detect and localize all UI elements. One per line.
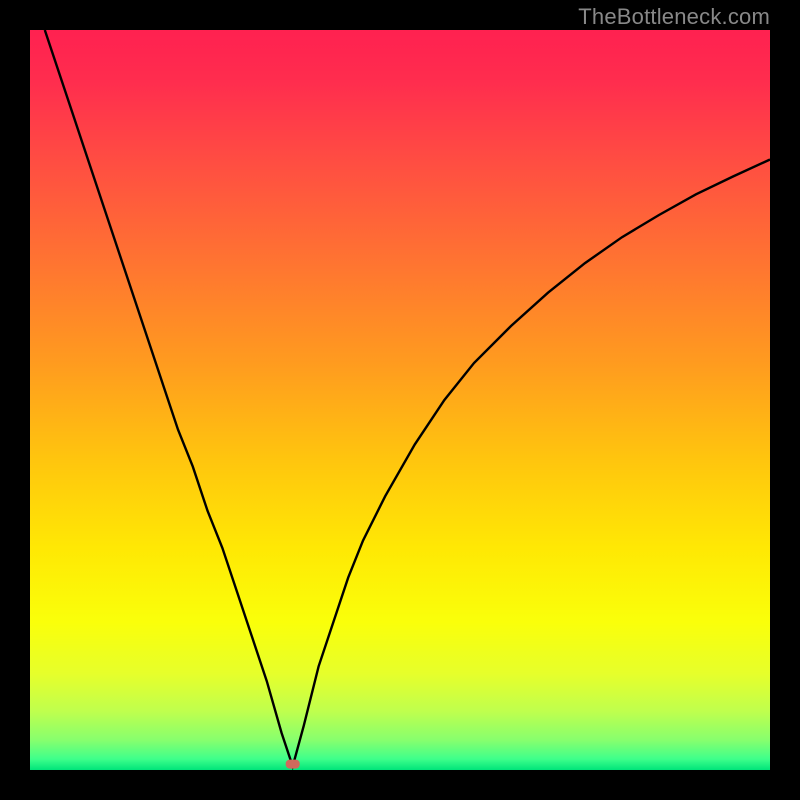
chart-background	[30, 30, 770, 770]
chart-svg	[30, 30, 770, 770]
plot-area	[30, 30, 770, 770]
chart-frame: TheBottleneck.com	[0, 0, 800, 800]
watermark-text: TheBottleneck.com	[578, 4, 770, 30]
minimum-marker	[286, 760, 300, 769]
